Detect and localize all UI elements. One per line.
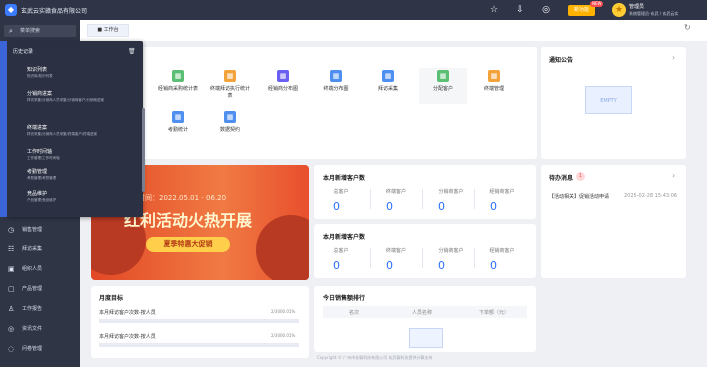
stat-value: 0 [490,259,497,272]
settings-icon[interactable]: ◎ [541,5,551,15]
survey-icon: ◌ [8,345,15,353]
history-item[interactable]: 考勤管理 考勤管理/考勤管理 [27,169,139,181]
stat-value: 0 [333,259,340,272]
pending-count: 1 [576,172,585,181]
today-new-card: 本月新增客户数 总客户 终端客户 分销商客户 经销商客户 0 0 0 0 [314,224,536,278]
shortcut-distributor-purchase[interactable]: ▦ 经销商采购统计表 [156,70,200,112]
shortcut-assign-customer[interactable]: ▦ 分配客户 [419,68,467,104]
shortcut-terminal-manage[interactable]: ▦ 终端管理 [472,70,516,112]
grid-icon: ▦ [277,70,289,82]
sidebar-item-product[interactable]: ▢ 产品管理 [0,283,80,296]
banner-button[interactable]: 夏季特惠大促销 [146,237,230,252]
notice-title: 通知公告 [549,57,574,64]
monthly-goal-title: 月度目标 [99,295,124,302]
pending-title: 待办消息 [549,175,574,182]
history-title: 历史记录 [13,49,34,55]
ranking-title: 今日销售额排行 [323,295,366,302]
divider [370,248,371,268]
grid-icon: ▦ [224,111,236,123]
report-icon: ♙ [8,305,15,313]
divider [422,248,423,268]
grid-icon: ▦ [437,70,449,82]
footer: Copyright © 广州市玄赣科技有限公司 玄武赣科技提供计算支持 [317,355,433,360]
grid-icon: ▦ [224,70,236,82]
shortcut-distributor-map[interactable]: ▦ 经销商分布图 [261,70,305,112]
home-icon: ■ [97,27,103,33]
sidebar-item-visit[interactable]: ☷ 拜访采集 [0,243,80,256]
pending-time: 2025-02-28 15:43:06 [624,193,678,199]
divider [422,189,423,209]
banner-headline: 红利活动火热开展 [124,211,253,230]
food-plate [256,215,309,280]
download-icon[interactable]: ⇩ [515,5,525,15]
empty-placeholder: EMPTY [585,86,632,114]
divider [474,189,475,209]
sidebar-item-report[interactable]: ♙ 工作报告 [0,303,80,316]
grid-icon: ▦ [330,70,342,82]
notice-card: 通知公告 › EMPTY [541,47,686,159]
grid-icon: ▦ [488,70,500,82]
company-name: 玄武云实赣食品有限公司 [21,8,88,15]
history-item[interactable]: 分销商进案 拜访采集/分销商人员采集/分销商客户/分销商进案 [27,91,139,103]
top-bar: ◆ 玄武云实赣食品有限公司 ☆ ⇩ ◎ 新功能 NEW ★ 管理员 系统管理员-… [0,0,707,20]
pending-item[interactable]: 【活动相关】促销活动申请 [549,193,609,200]
stat-value: 0 [333,200,340,213]
user-name: 管理员 [629,4,645,10]
tab-workbench[interactable]: ■ 工作台 [87,24,129,37]
monthly-new-title: 本月新增客户数 [323,175,366,182]
stat-value: 0 [438,259,445,272]
grid-icon: ▦ [172,111,184,123]
stat-value: 0 [438,200,445,213]
grid-icon: ▦ [172,70,184,82]
product-icon: ▢ [8,285,15,293]
sales-icon: ◷ [8,226,15,234]
grid-icon: ▦ [382,70,394,82]
shortcut-terminal-map[interactable]: ▦ 终端分布图 [314,70,358,112]
docs-icon: ◎ [8,325,15,333]
history-item[interactable]: 知识列表 知识库/知识列表 [27,67,139,79]
chevron-right-icon[interactable]: › [672,53,675,62]
progress-bar [99,343,299,347]
search-placeholder: 菜单搜索 [20,28,41,34]
search-input[interactable]: ⌕ 菜单搜索 [4,25,76,37]
sidebar-item-org[interactable]: ▣ 组织人员 [0,263,80,276]
refresh-icon[interactable]: ↻ [684,23,691,32]
empty-illustration [409,328,443,348]
shortcut-attendance[interactable]: ▦ 考勤统计 [156,111,200,153]
stat-value: 0 [386,259,393,272]
progress-bar [99,319,299,323]
scrollbar[interactable] [142,108,145,192]
shortcut-contract[interactable]: ▦ 数据契约 [208,111,252,153]
company-logo: ◆ [5,4,17,16]
pending-card: 待办消息 1 › 【活动相关】促销活动申请 2025-02-28 15:43:0… [541,165,686,278]
divider [370,189,371,209]
user-role: 系统管理员-玄武 / 玄武云实 [629,11,679,16]
avatar[interactable]: ★ [612,3,626,17]
sidebar-item-docs[interactable]: ◎ 资讯文件 [0,323,80,336]
new-badge: NEW [590,1,604,7]
sidebar-item-sales[interactable]: ◷ 销售管理 [0,224,80,237]
history-item[interactable]: 终端进案 拜访采集/分销商人员采集/终端客户/终端进案 [27,125,139,137]
stat-value: 0 [386,200,393,213]
stat-value: 0 [490,200,497,213]
ranking-card: 今日销售额排行 名次 人员名称 下单额（元） [314,286,536,352]
star-icon[interactable]: ☆ [489,5,499,15]
today-new-title: 本月新增客户数 [323,234,366,241]
shortcut-terminal-visit[interactable]: ▦ 终端拜访执行统计表 [208,70,252,112]
history-dropdown: 历史记录 🗑 知识列表 知识库/知识列表 分销商进案 拜访采集/分销商人员采集/分销… [7,41,145,217]
search-icon: ⌕ [9,27,13,35]
trash-icon[interactable]: 🗑 [128,48,136,55]
visit-icon: ☷ [8,245,15,253]
shortcut-visit-collect[interactable]: ▦ 拜访采集 [366,70,410,112]
history-item[interactable]: 竞品维护 产品管理/竞品维护 [27,191,139,203]
monthly-new-card: 本月新增客户数 总客户 终端客户 分销商客户 经销商客户 0 0 0 0 [314,165,536,219]
history-nav-marker [0,41,7,217]
chevron-right-icon[interactable]: › [672,171,675,180]
monthly-goal-card: 月度目标 本月拜访客户次数-按人员 2/3000.01% 本月拜访客户次数-按人… [91,286,309,358]
org-icon: ▣ [8,265,15,273]
tab-bar: ■ 工作台 ↻ [80,20,707,41]
history-item[interactable]: 工作时间轴 工作管理/工作时间轴 [27,149,139,161]
divider [474,248,475,268]
sidebar-item-survey[interactable]: ◌ 问卷管理 [0,343,80,356]
